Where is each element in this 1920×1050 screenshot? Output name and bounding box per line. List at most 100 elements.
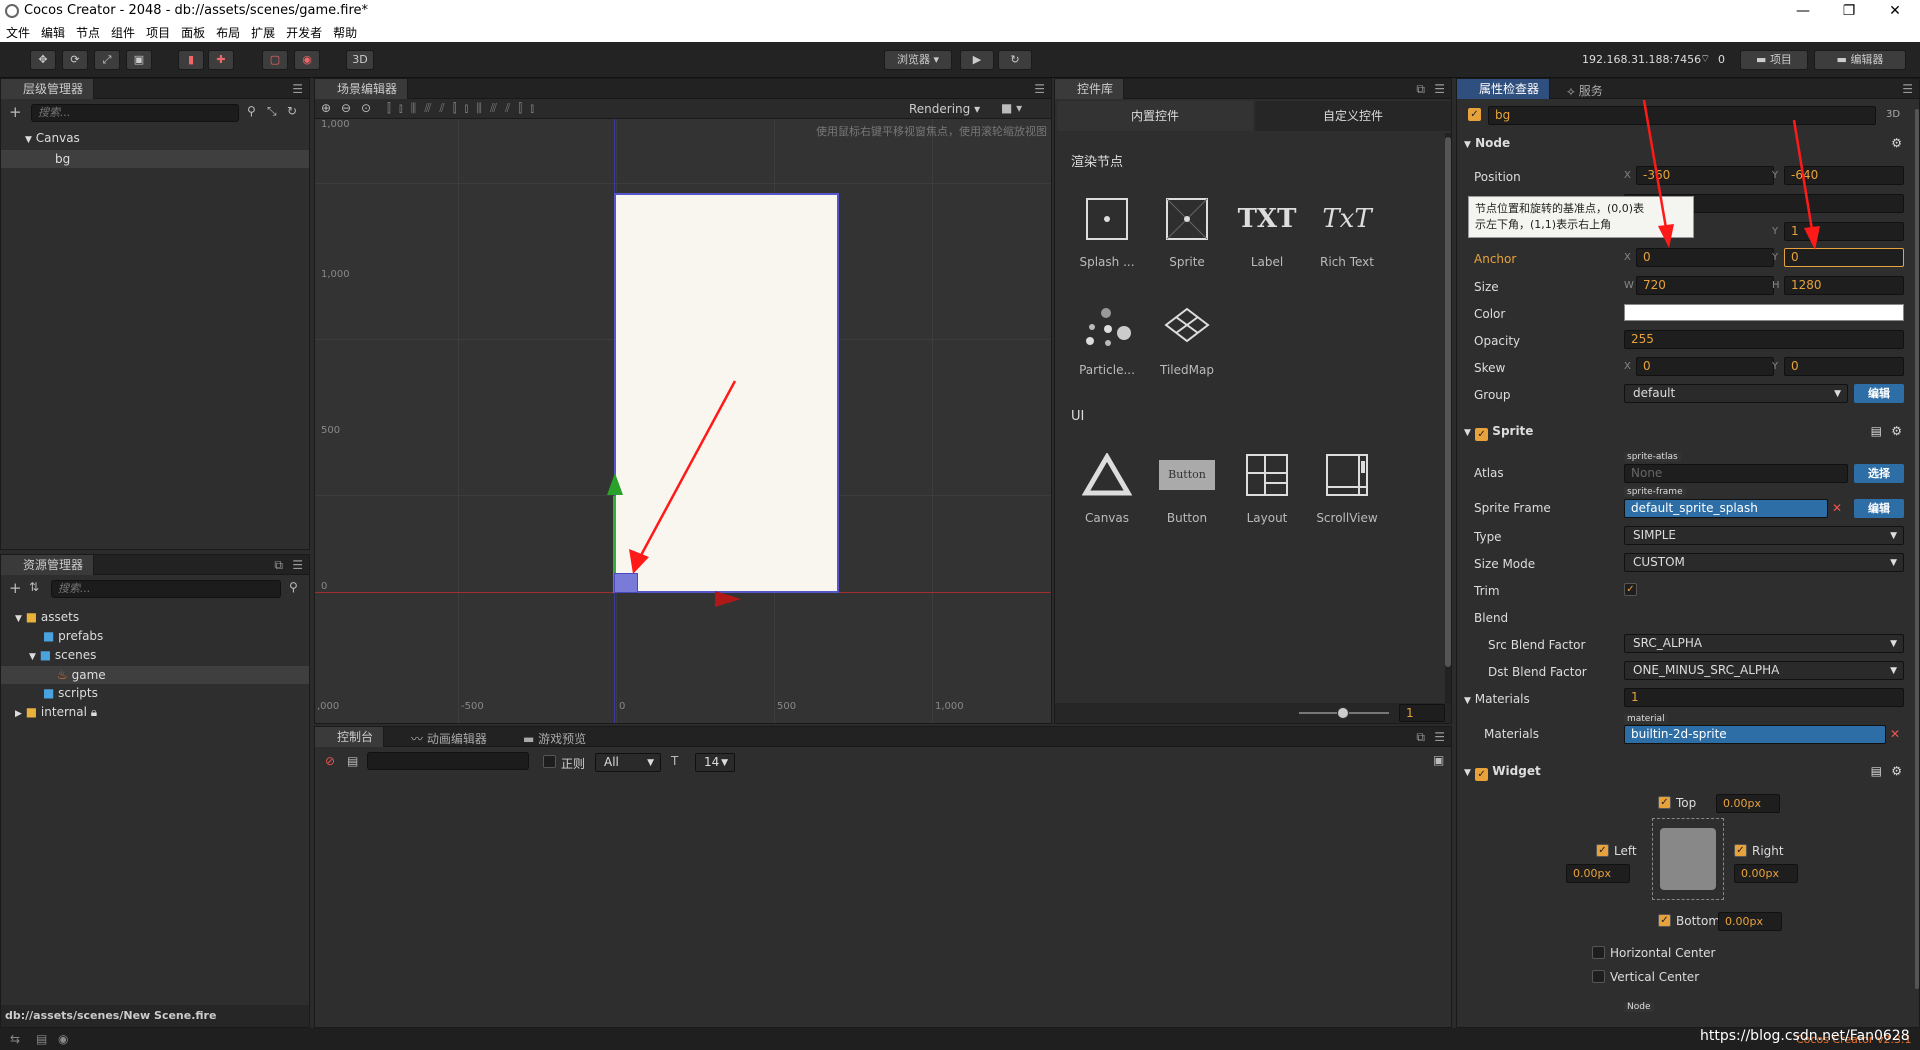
atlas-asset-field[interactable]: None [1624,464,1848,483]
align-icons[interactable]: ⫿⫾⫼⫻⫽⫿⫾⫼⫻⫽⫿⫾ [387,101,542,116]
asset-folder-assets[interactable]: ▼ ■ assets [15,610,79,624]
tab-service[interactable]: ⟡ 服务 [1567,82,1603,99]
status-db-icon[interactable]: ▤ [36,1032,47,1046]
rotate-tool-icon[interactable]: ⟳ [62,50,88,70]
menu-component[interactable]: 组件 [105,22,140,41]
lib-layout[interactable]: Layout [1227,447,1307,525]
tab-animation[interactable]: 〰 动画编辑器 [411,730,487,747]
src-blend-select[interactable]: SRC_ALPHA [1624,634,1904,653]
inspector-scrollbar[interactable] [1915,109,1919,989]
menu-help[interactable]: 帮助 [327,22,362,41]
position-x-input[interactable]: -360 [1636,166,1774,185]
asset-folder-scripts[interactable]: ■ scripts [43,686,98,700]
refresh-icon[interactable]: ↻ [287,104,297,118]
status-eye-icon[interactable]: ◉ [58,1032,68,1046]
gear-icon[interactable]: ⚙ [1891,136,1902,150]
zoom-reset-icon[interactable]: ⊙ [361,101,371,115]
size-w-input[interactable]: 720 [1636,276,1774,295]
scale-tool-icon[interactable]: ⤢ [94,50,120,70]
widget-bottom-checkbox[interactable]: ✓ [1658,914,1671,927]
gizmo-icon[interactable]: ▢ [262,50,288,70]
close-button[interactable]: ✕ [1872,0,1918,22]
materials-expander[interactable]: ▼ Materials [1464,692,1530,706]
tab-assets[interactable]: 资源管理器 [1,555,95,575]
clear-sprite-frame-icon[interactable]: ✕ [1832,501,1842,515]
menu-developer[interactable]: 开发者 [280,22,327,41]
lib-splash[interactable]: Splash ... [1067,191,1147,269]
popout-icon[interactable]: ⧉ [1416,82,1425,97]
rect-tool-icon[interactable]: ▣ [126,50,152,70]
hierarchy-menu-icon[interactable]: ☰ [292,82,303,96]
asset-folder-prefabs[interactable]: ■ prefabs [43,629,103,643]
console-filter-input[interactable] [367,752,529,770]
atlas-select-button[interactable]: 选择 [1854,464,1904,483]
zoom-value-input[interactable]: 1 [1399,704,1445,722]
skew-x-input[interactable]: 0 [1636,357,1774,376]
open-editor-button[interactable]: ▬ 编辑器 [1814,50,1906,70]
lib-canvas[interactable]: Canvas [1067,447,1147,525]
node-section-header[interactable]: ▼ Node ⚙ [1464,136,1914,158]
popout-icon[interactable]: ⧉ [1416,730,1425,745]
horizontal-center-checkbox[interactable] [1592,946,1605,959]
lib-tiledmap[interactable]: TiledMap [1147,299,1227,377]
lib-button[interactable]: Button Button [1147,447,1227,525]
browser-select[interactable]: 浏览器 ▾ [884,50,952,70]
asset-folder-internal[interactable]: ▶ ■ internal 🔒︎ [15,705,97,720]
widget-top-checkbox[interactable]: ✓ [1658,796,1671,809]
minimize-button[interactable]: — [1780,0,1826,22]
tree-item-bg[interactable]: bg [1,150,309,168]
lib-label[interactable]: TXT Label [1227,191,1307,269]
search-icon[interactable]: ⚲ [247,104,256,118]
skew-y-input[interactable]: 0 [1784,357,1904,376]
assets-search-input[interactable]: 搜索... [51,580,281,598]
node-name-input[interactable]: bg [1488,106,1876,125]
size-h-input[interactable]: 1280 [1784,276,1904,295]
library-menu-icon[interactable]: ☰ [1434,82,1445,96]
anchor-gizmo[interactable] [614,573,638,593]
doc-icon[interactable]: ▤ [1871,764,1882,778]
search-icon[interactable]: ⚲ [289,580,298,594]
tab-console[interactable]: 控制台 [315,727,385,747]
widget-right-checkbox[interactable]: ✓ [1734,844,1747,857]
open-project-button[interactable]: ▬ 项目 [1740,50,1808,70]
node-active-checkbox[interactable]: ✓ [1468,108,1481,121]
popout-icon[interactable]: ⧉ [274,558,283,573]
add-node-icon[interactable]: + [9,103,22,121]
widget-top-input[interactable]: 0.00px [1716,794,1780,813]
tree-item-canvas[interactable]: ▼ Canvas [25,131,80,145]
sprite-section-header[interactable]: ▼ ✓ Sprite ▤ ⚙ [1464,424,1914,446]
materials-count-input[interactable]: 1 [1624,688,1904,707]
play-icon[interactable]: ▶ [960,50,994,70]
trim-checkbox[interactable]: ✓ [1624,583,1637,596]
refresh-icon[interactable]: ↻ [998,50,1032,70]
size-mode-select[interactable]: CUSTOM [1624,553,1904,572]
status-network-icon[interactable]: ⇆ [10,1032,20,1046]
x-axis-gizmo-arrow[interactable] [715,591,741,607]
assets-menu-icon[interactable]: ☰ [292,558,303,572]
sort-icon[interactable]: ⇅ [29,580,39,594]
menu-layout[interactable]: 布局 [210,22,245,41]
collapse-icon[interactable]: ▣ [1433,753,1444,767]
vertical-center-checkbox[interactable] [1592,970,1605,983]
widget-section-header[interactable]: ▼ ✓ Widget ▤ ⚙ [1464,764,1914,786]
add-asset-icon[interactable]: + [9,579,22,597]
sprite-enabled-checkbox[interactable]: ✓ [1475,428,1489,441]
widget-left-input[interactable]: 0.00px [1566,864,1630,883]
node-3d-toggle[interactable]: 3D [1886,109,1900,120]
asset-scene-game[interactable]: ♨ game [1,666,309,684]
position-y-input[interactable]: -640 [1784,166,1904,185]
lib-particle[interactable]: Particle... [1067,299,1147,377]
type-select[interactable]: SIMPLE [1624,526,1904,545]
pivot-icon[interactable]: ▮ [178,50,204,70]
asset-folder-scenes[interactable]: ▼ ■ scenes [29,648,96,662]
maximize-button[interactable]: ❐ [1826,0,1872,22]
widget-right-input[interactable]: 0.00px [1734,864,1798,883]
snap-icon[interactable]: ◉ [294,50,320,70]
tab-game-preview[interactable]: ▬ 游戏预览 [523,730,586,747]
menu-extension[interactable]: 扩展 [245,22,280,41]
scale-y-input[interactable]: 1 [1784,222,1904,241]
clear-material-icon[interactable]: ✕ [1890,727,1900,741]
zoom-slider-handle[interactable] [1337,707,1349,719]
tab-inspector[interactable]: 属性检查器 [1457,79,1551,99]
menu-file[interactable]: 文件 [0,22,35,41]
